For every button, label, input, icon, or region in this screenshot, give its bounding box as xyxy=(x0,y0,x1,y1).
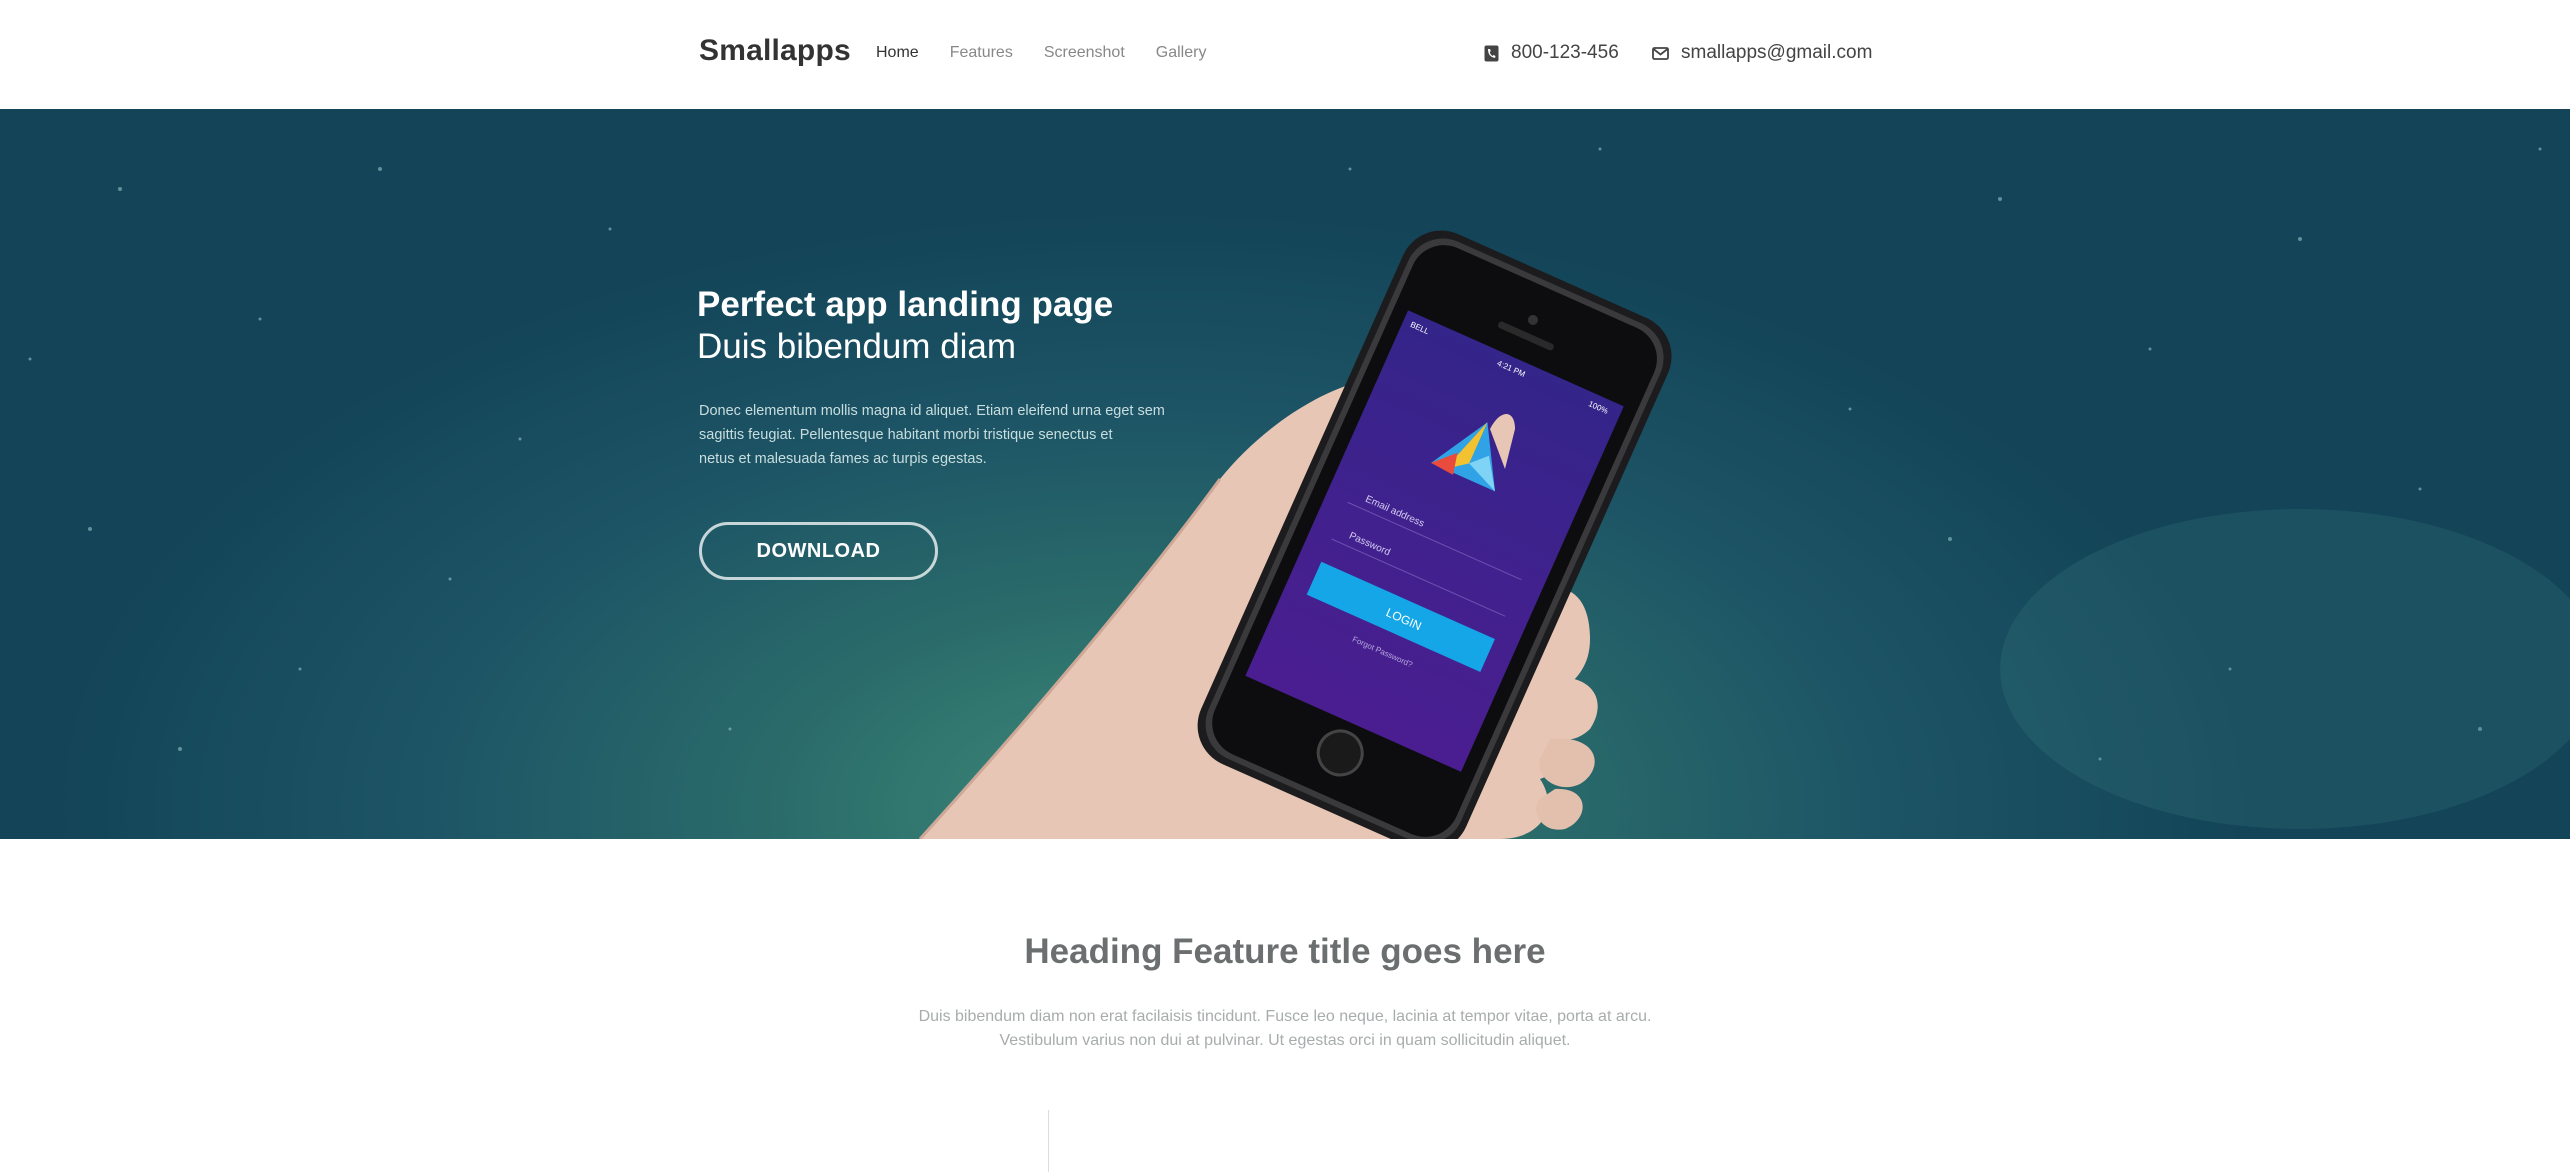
phone-icon xyxy=(1484,45,1499,61)
contact-phone[interactable]: 800-123-456 xyxy=(1484,42,1619,64)
nav-screenshot[interactable]: Screenshot xyxy=(1044,44,1125,62)
section-divider xyxy=(1048,1110,1049,1172)
envelope-icon xyxy=(1652,46,1669,60)
hand-holding-phone-image: BELL 4:21 PM 100% Email address Password… xyxy=(918,230,1672,839)
feature-description: Duis bibendum diam non erat facilaisis t… xyxy=(0,1005,2570,1053)
nav-home[interactable]: Home xyxy=(876,44,919,62)
feature-heading: Heading Feature title goes here xyxy=(1024,932,1546,971)
site-header: Smallapps Home Features Screenshot Galle… xyxy=(0,0,2570,109)
nav-features[interactable]: Features xyxy=(950,44,1013,62)
contact-email[interactable]: smallapps@gmail.com xyxy=(1652,42,1872,64)
main-nav: Home Features Screenshot Gallery xyxy=(876,44,1237,62)
site-logo[interactable]: Smallapps xyxy=(699,34,851,68)
hero-section: Perfect app landing page Duis bibendum d… xyxy=(0,109,2570,839)
feature-text-line: Vestibulum varius non dui at pulvinar. U… xyxy=(999,1032,1571,1049)
feature-text-line: Duis bibendum diam non erat facilaisis t… xyxy=(918,1008,1652,1025)
phone-number: 800-123-456 xyxy=(1511,42,1619,63)
email-address: smallapps@gmail.com xyxy=(1681,42,1873,63)
nav-gallery[interactable]: Gallery xyxy=(1156,44,1207,62)
